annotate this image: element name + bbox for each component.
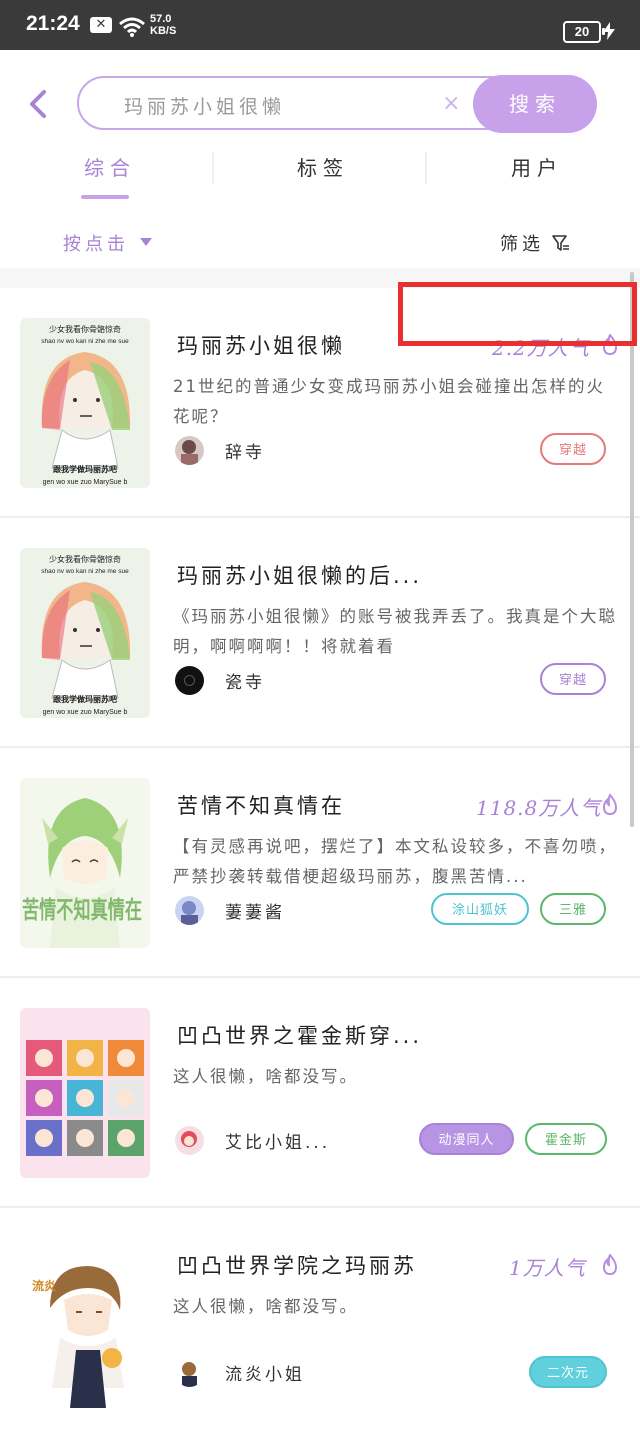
tab-tags[interactable]: 标签: [297, 152, 349, 181]
author-name[interactable]: 瓷寺: [225, 668, 265, 693]
tab-active-indicator: [81, 195, 129, 199]
filter-icon[interactable]: [551, 233, 571, 253]
flame-icon: [602, 794, 618, 816]
cover-caption-pinyin: shao nv wo kan ni zhe me sue: [41, 338, 129, 345]
cover-title-art: 苦情不知真情在: [22, 895, 142, 924]
book-title[interactable]: 凹凸世界学院之玛丽苏: [177, 1250, 417, 1280]
book-description: 这人很懒，啥都没写。: [173, 1297, 358, 1316]
author-name[interactable]: 萋萋酱: [225, 898, 285, 923]
result-card[interactable]: 苦情不知真情在 苦情不知真情在 118.8万人气 【有灵感再说吧，摆烂了】本文私…: [0, 748, 640, 978]
tag-chip[interactable]: 二次元: [529, 1356, 607, 1388]
cover-caption-pinyin: shao nv wo kan ni zhe me sue: [41, 568, 129, 575]
tab-users[interactable]: 用户: [511, 152, 563, 181]
filter-button[interactable]: 筛选: [500, 230, 544, 256]
cover-caption-bottom: 跟我学做玛丽苏吧: [53, 694, 117, 704]
book-description: 【有灵感再说吧，摆烂了】本文私设较多，不喜勿喷，严禁抄袭转载借梗超级玛丽苏，腹黑…: [173, 837, 617, 886]
back-icon[interactable]: [24, 88, 54, 120]
author-name[interactable]: 流炎小姐: [225, 1360, 305, 1385]
tab-divider: [425, 152, 427, 184]
tag-chip[interactable]: 霍金斯: [525, 1123, 607, 1155]
status-time: 21:24: [26, 12, 80, 35]
author-avatar[interactable]: [175, 1358, 204, 1387]
cover-caption-pinyin2: gen wo xue zuo MarySue b: [43, 479, 128, 486]
cover-image[interactable]: 少女我看你骨骼惊奇 shao nv wo kan ni zhe me sue 跟…: [20, 548, 150, 718]
author-avatar[interactable]: [175, 1126, 204, 1155]
network-speed: 57.0 KB/S: [150, 13, 176, 37]
book-title[interactable]: 凹凸世界之霍金斯穿...: [177, 1020, 422, 1050]
tag-chip[interactable]: 涂山狐妖: [431, 893, 529, 925]
tab-overall[interactable]: 综合: [84, 152, 136, 181]
caret-down-icon[interactable]: [140, 238, 152, 246]
author-name[interactable]: 辞寺: [225, 438, 265, 463]
author-name[interactable]: 艾比小姐...: [225, 1128, 330, 1153]
popularity-count: 1万人气: [509, 1256, 586, 1280]
search-button[interactable]: 搜索: [473, 75, 597, 133]
popularity-count: 118.8万人气: [476, 796, 602, 820]
cover-caption-pinyin2: gen wo xue zuo MarySue b: [43, 709, 128, 716]
author-avatar[interactable]: [175, 436, 204, 465]
result-card[interactable]: 流炎 凹凸世界学院之玛丽苏 1万人气 这人很懒，啥都没写。 流炎小姐 二次元: [0, 1208, 640, 1438]
highlight-box: [398, 282, 637, 346]
tag-chip[interactable]: 动漫同人: [419, 1123, 514, 1155]
result-card[interactable]: 凹凸世界之霍金斯穿... 这人很懒，啥都没写。 艾比小姐... 动漫同人 霍金斯: [0, 978, 640, 1208]
cover-image[interactable]: 苦情不知真情在: [20, 778, 150, 948]
cover-image[interactable]: 少女我看你骨骼惊奇 shao nv wo kan ni zhe me sue 跟…: [20, 318, 150, 488]
notification-icon: ✕: [90, 17, 112, 33]
cover-caption-top: 少女我看你骨骼惊奇: [49, 554, 121, 564]
cover-caption-bottom: 跟我学做玛丽苏吧: [53, 464, 117, 474]
cover-image[interactable]: 流炎: [20, 1238, 150, 1408]
scrollbar[interactable]: [630, 272, 634, 827]
cover-title-art: 流炎: [32, 1278, 56, 1293]
flame-icon: [602, 1254, 618, 1276]
book-title[interactable]: 玛丽苏小姐很懒: [177, 330, 345, 360]
tag-chip[interactable]: 三雅: [540, 893, 606, 925]
tag-chip[interactable]: 穿越: [540, 433, 606, 465]
cover-image[interactable]: [20, 1008, 150, 1178]
speed-unit: KB/S: [150, 25, 177, 37]
clear-icon[interactable]: ×: [442, 91, 460, 116]
cover-caption-top: 少女我看你骨骼惊奇: [49, 324, 121, 334]
status-bar: 21:24 ✕ 57.0 KB/S 20: [0, 0, 640, 50]
book-title[interactable]: 玛丽苏小姐很懒的后...: [177, 560, 422, 590]
charging-icon: [603, 22, 615, 40]
book-description: 21世纪的普通少女变成玛丽苏小姐会碰撞出怎样的火花呢？: [173, 377, 605, 426]
book-title[interactable]: 苦情不知真情在: [177, 790, 345, 820]
tag-chip[interactable]: 穿越: [540, 663, 606, 695]
speed-value: 57.0: [150, 13, 172, 25]
author-avatar[interactable]: [175, 666, 204, 695]
book-description: 这人很懒，啥都没写。: [173, 1067, 358, 1086]
tab-bar: 综合 标签 用户: [0, 140, 640, 202]
wifi-icon: [119, 17, 145, 37]
tab-divider: [212, 152, 214, 184]
search-query[interactable]: 玛丽苏小姐很懒: [124, 92, 285, 119]
book-description: 《玛丽苏小姐很懒》的账号被我弄丢了。我真是个大聪明，啊啊啊啊！！将就着看: [173, 607, 617, 656]
sort-dropdown[interactable]: 按点击: [63, 230, 129, 256]
battery-indicator: 20: [563, 21, 605, 43]
result-card[interactable]: 少女我看你骨骼惊奇 shao nv wo kan ni zhe me sue 跟…: [0, 518, 640, 748]
author-avatar[interactable]: [175, 896, 204, 925]
